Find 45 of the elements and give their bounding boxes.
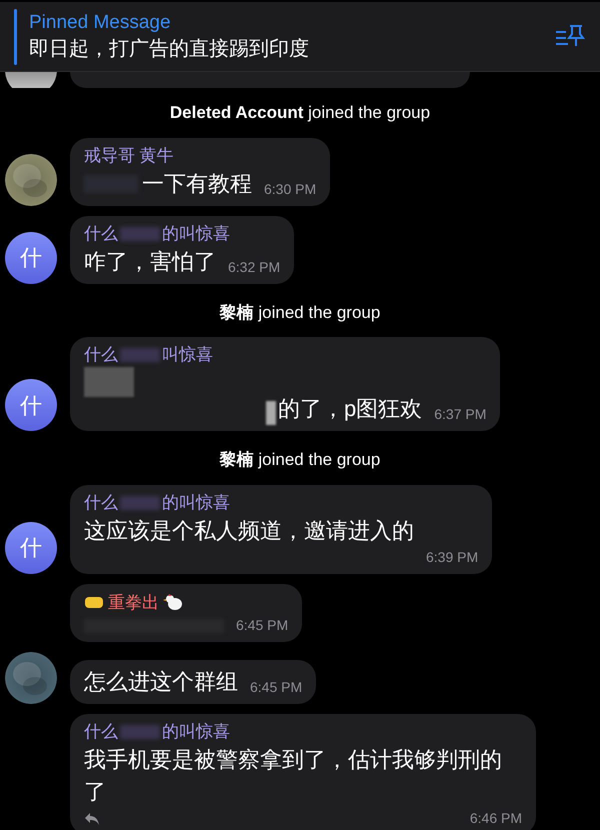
message-text: 怎么进这个群组: [84, 668, 238, 696]
message-text: 我手机要是被警察拿到了，估计我够判刑的了: [84, 746, 503, 806]
message-text: 咋了，害怕了: [84, 248, 216, 276]
message-time: 6:37 PM: [433, 405, 486, 424]
service-message: 黎楠 joined the group: [220, 302, 380, 324]
sender-name: 的叫惊喜: [162, 492, 230, 514]
sender-name: 叫惊喜: [162, 344, 213, 366]
redaction-blur: [120, 496, 160, 510]
message-time: 6:45 PM: [249, 678, 302, 697]
message-text: 一下有教程: [142, 170, 252, 198]
message-bubble[interactable]: 戒导哥 黄牛 一下有教程 6:30 PM: [70, 138, 330, 206]
avatar: 什: [5, 379, 57, 431]
service-message: Deleted Account joined the group: [170, 102, 430, 124]
sender-name: 重拳出: [108, 592, 159, 614]
message-time: 6:30 PM: [263, 180, 316, 198]
message-bubble[interactable]: 什么 叫惊喜 的了，p图狂欢 6:37 PM: [70, 337, 500, 431]
sender-name: 的叫惊喜: [162, 222, 230, 244]
pinned-title: Pinned Message: [29, 10, 172, 34]
message-time: 6:46 PM: [468, 809, 522, 828]
pinned-bar[interactable]: Pinned Message 即日起，打广告的直接踢到印度: [0, 2, 600, 72]
message-time: 6:39 PM: [425, 548, 478, 566]
message-text: 这应该是个私人频道，邀请进入的: [84, 516, 414, 544]
redaction-blur: [120, 725, 160, 739]
avatar: 什: [5, 232, 57, 284]
message-bubble[interactable]: 什么 的叫惊喜 我手机要是被警察拿到了，估计我够判刑的了 6:46 PM: [70, 714, 536, 830]
pinned-text: 即日起，打广告的直接踢到印度: [29, 36, 310, 62]
redaction-blur: [120, 348, 160, 362]
sender-name: 什么: [84, 721, 118, 743]
redaction-blur: [266, 401, 276, 425]
sender-name: 戒导哥 黄牛: [84, 144, 174, 166]
message-bubble[interactable]: 什么 的叫惊喜 咋了，害怕了 6:32 PM: [70, 216, 294, 284]
chicken-icon: [163, 593, 183, 612]
avatar: 什: [5, 522, 57, 574]
message-bubble[interactable]: 什么 的叫惊喜 这应该是个私人频道，邀请进入的 6:39 PM: [70, 484, 492, 574]
sender-name: 什么: [84, 492, 118, 514]
sender-name: 什么: [84, 222, 118, 244]
sender-name: 什么: [84, 344, 118, 366]
sender-name: 的叫惊喜: [162, 721, 230, 743]
message-time: 6:32 PM: [227, 258, 280, 276]
service-message: 黎楠 joined the group: [220, 449, 380, 471]
message-bubble[interactable]: 重拳出 6:45 PM: [70, 584, 302, 642]
message-bubble[interactable]: 怎么进这个群组 6:45 PM: [70, 660, 316, 704]
redaction-blur: [120, 226, 160, 240]
message-time: 6:45 PM: [235, 616, 288, 635]
message-text: 的了，p图狂欢: [278, 395, 422, 423]
